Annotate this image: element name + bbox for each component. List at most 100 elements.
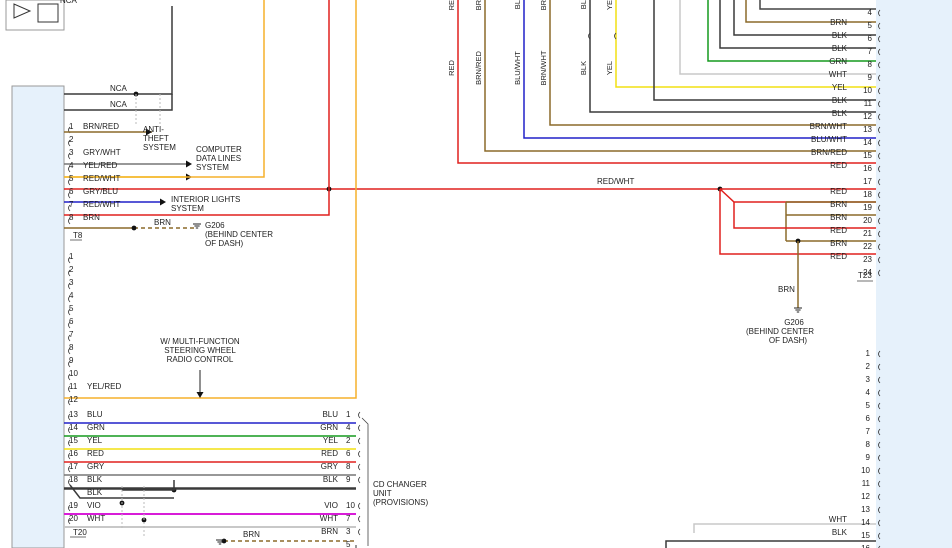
wire-label: BLK	[87, 488, 103, 497]
pin-number: 18	[69, 475, 78, 484]
cd-pin-label: VIO	[324, 501, 338, 510]
label-anti-theft: ANTI-	[143, 125, 164, 134]
wire-label-brn-ground-right: BRN	[778, 285, 795, 294]
pin-number: 2	[69, 265, 74, 274]
right-lower-pin-number: 16	[861, 544, 870, 548]
pin-number: 3	[69, 148, 74, 157]
wire-label: BRN	[83, 213, 100, 222]
right-wire-label: BLK	[832, 96, 848, 105]
right-wire-label: WHT	[829, 70, 847, 79]
pin-bracket	[358, 411, 361, 419]
wire-label-pin11: YEL/RED	[87, 382, 121, 391]
pin-bracket	[358, 515, 361, 523]
label-ground-left: (BEHIND CENTER	[205, 230, 273, 239]
nca-wire-top	[64, 6, 173, 95]
pin-number: 7	[69, 330, 74, 339]
top-wire-brn-5	[745, 0, 876, 23]
connector-label-t8: T8	[73, 231, 83, 240]
cd-pin-number: 7	[346, 514, 351, 523]
pin-bracket	[358, 463, 361, 471]
cd-pin-number: 8	[346, 462, 351, 471]
right-lower-pin-number: 1	[866, 349, 871, 358]
wire-label: BLU	[87, 410, 103, 419]
right-lower-pin-number: 6	[866, 414, 871, 423]
pin-number: 15	[69, 436, 78, 445]
cd-pin-number: 5	[346, 540, 351, 548]
right-pin-number: 18	[863, 190, 872, 199]
pin-number: 5	[69, 174, 74, 183]
nca-label-top: NCA	[110, 84, 128, 93]
right-pin-number: 8	[868, 60, 873, 69]
label-computer-data: COMPUTER	[196, 145, 242, 154]
wire-label: YEL/RED	[83, 161, 117, 170]
right-lower-pin-number: 2	[866, 362, 871, 371]
splice-g206	[131, 225, 137, 231]
right-lower-pin-number: 11	[862, 479, 871, 488]
arrow-computer-data	[186, 160, 192, 168]
top-vertical-label-clipped: BR	[474, 0, 483, 10]
wires-group	[64, 0, 881, 548]
right-wire-label: RED	[830, 226, 847, 235]
right-lower-label-blk: BLK	[832, 528, 848, 537]
right-lower-pin-number: 7	[866, 427, 871, 436]
nca-label-clipped: NCA	[60, 0, 78, 5]
label-cd-changer: UNIT	[373, 489, 392, 498]
cd-pin-label: RED	[321, 449, 338, 458]
wire-label: YEL	[87, 436, 103, 445]
label-interior-lights: INTERIOR LIGHTS	[171, 195, 240, 204]
label-cd-changer: CD CHANGER	[373, 480, 427, 489]
wire-label: RED/WHT	[83, 174, 120, 183]
right-wire-label: BRN/WHT	[810, 122, 847, 131]
right-pin-number: 14	[863, 138, 872, 147]
top-wire-3	[549, 0, 876, 126]
top-vertical-label: RED	[447, 60, 456, 76]
label-anti-theft: SYSTEM	[143, 143, 176, 152]
pin-number: 12	[69, 395, 78, 404]
right-wire-label: BRN	[830, 200, 847, 209]
right-lower-label-wht: WHT	[829, 515, 847, 524]
pin-number: 6	[69, 317, 74, 326]
wire-label: VIO	[87, 501, 101, 510]
right-lower-pin-number: 13	[861, 505, 870, 514]
pin-bracket	[358, 424, 361, 432]
right-wire-label: BRN	[830, 18, 847, 27]
label-computer-data: SYSTEM	[196, 163, 229, 172]
right-wire-label: BLK	[832, 109, 848, 118]
wire-label: RED	[87, 449, 104, 458]
wire-label: RED/WHT	[83, 200, 120, 209]
right-wire-label: GRN	[829, 57, 847, 66]
right-pin-number: 16	[863, 164, 872, 173]
top-vertical-label: YEL	[605, 61, 614, 75]
pin-number: 13	[69, 410, 78, 419]
right-lower-pin-number: 3	[866, 375, 871, 384]
right-wire-label: RED	[830, 187, 847, 196]
pin-number: 8	[69, 343, 74, 352]
right-pin-number: 21	[863, 229, 872, 238]
wire-label: GRY/WHT	[83, 148, 121, 157]
cd-pin-number: 6	[346, 449, 351, 458]
right-wire-label: BLU/WHT	[811, 135, 847, 144]
label-mfsw: RADIO CONTROL	[167, 355, 234, 364]
wire-label: BLK	[87, 475, 103, 484]
pin-bracket	[358, 450, 361, 458]
right-lower-pin-number: 12	[861, 492, 870, 501]
wiring-diagram: NCANCANCA1 BRN/RED23 GRY/WHT4 YEL/RED5 RED/W…	[5, 0, 952, 548]
cd-pin-label: WHT	[320, 514, 338, 523]
right-wire-label: RED	[830, 252, 847, 261]
label-ground-left: G206	[205, 221, 225, 230]
top-vertical-label-clipped: BL	[579, 0, 588, 9]
arrow-mfsw	[196, 392, 204, 398]
right-pin-number: 17	[863, 177, 872, 186]
label-ground-right: G206	[784, 318, 804, 327]
labels-group: NCANCANCA1 BRN/RED23 GRY/WHT4 YEL/RED5 RED/W…	[60, 0, 873, 548]
right-wire-label: BRN/RED	[811, 148, 847, 157]
label-interior-lights: SYSTEM	[171, 204, 204, 213]
right-pin-number: 19	[863, 203, 872, 212]
wire-label: BRN/RED	[83, 122, 119, 131]
right-pin-number: 10	[863, 86, 872, 95]
label-ground-right: OF DASH)	[769, 336, 808, 345]
right-wire-label: BLK	[832, 31, 848, 40]
label-ground-left: OF DASH)	[205, 239, 244, 248]
pin-number: 8	[69, 213, 74, 222]
cd-pin-label: GRN	[320, 423, 338, 432]
